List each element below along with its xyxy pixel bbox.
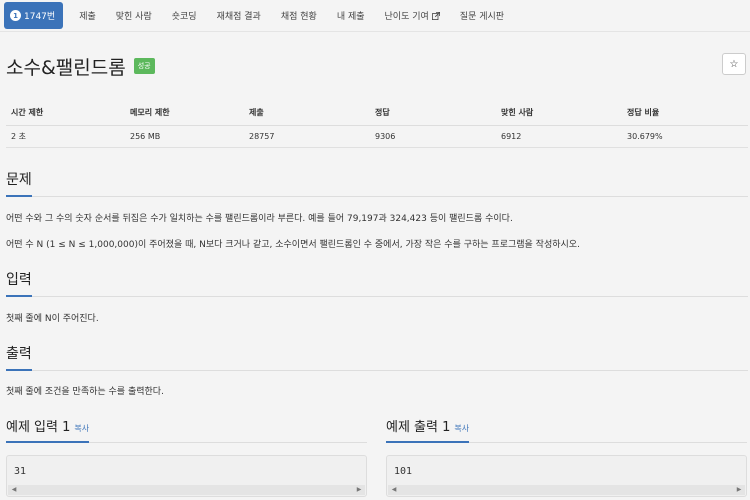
tab-short-coding[interactable]: 숏코딩 (162, 0, 207, 31)
tab-question-board-label: 질문 게시판 (459, 12, 505, 22)
copy-output-link[interactable]: 복사 (454, 424, 469, 433)
tab-problem-label: 1747번 (24, 12, 56, 22)
sample-output-value: 101 (394, 466, 413, 477)
input-description: 첫째 줄에 N이 주어진다. (6, 314, 99, 324)
input-section-header: 입력 (6, 268, 748, 297)
external-link-icon (431, 11, 440, 20)
problem-section-header: 문제 (6, 168, 748, 197)
header-time-limit: 시간 제한 (6, 100, 125, 126)
tab-my-submissions[interactable]: 내 제출 (327, 0, 375, 31)
value-solved-users: 6912 (496, 125, 622, 148)
problem-description-2: 어떤 수 N (1 ≤ N ≤ 1,000,000)이 주어졌을 때, N보다 … (6, 240, 580, 250)
sample-output-title: 예제 출력 1 (386, 420, 451, 435)
value-accept-ratio: 30.679% (622, 125, 748, 148)
problem-description-1: 어떤 수와 그 수의 숫자 순서를 뒤집은 수가 일치하는 수를 팰린드롬이라 … (6, 214, 513, 224)
info-header-row: 시간 제한 메모리 제한 제출 정답 맞힌 사람 정답 비율 (6, 100, 748, 126)
problem-number-icon: 1 (10, 10, 21, 21)
tab-status-label: 채점 현황 (280, 12, 317, 22)
sample-input-scrollbar[interactable]: ◀ ▶ (8, 485, 365, 495)
sample-input-title-wrap: 예제 입력 1 복사 (6, 416, 90, 443)
output-section-title: 출력 (6, 343, 32, 371)
copy-input-link[interactable]: 복사 (74, 424, 89, 433)
sample-output-header: 예제 출력 1 복사 (386, 415, 747, 443)
tab-difficulty[interactable]: 난이도 기여 (375, 0, 450, 31)
tab-my-submissions-label: 내 제출 (336, 12, 365, 22)
scroll-left-icon[interactable]: ◀ (10, 486, 18, 494)
tab-short-coding-label: 숏코딩 (171, 12, 197, 22)
tab-rejudge-label: 재채점 결과 (216, 12, 261, 22)
sample-input-title: 예제 입력 1 (6, 420, 71, 435)
output-description: 첫째 줄에 조건을 만족하는 수를 출력한다. (6, 387, 164, 397)
scroll-left-icon[interactable]: ◀ (390, 486, 398, 494)
sample-input-value: 31 (14, 466, 27, 477)
problem-info-table: 시간 제한 메모리 제한 제출 정답 맞힌 사람 정답 비율 2 초 256 M… (6, 100, 748, 148)
title-row: 소수&팰린드롬 성공 (6, 50, 155, 82)
scroll-right-icon[interactable]: ▶ (735, 486, 743, 494)
header-solved-users: 맞힌 사람 (496, 100, 622, 126)
tab-problem[interactable]: 1 1747번 (4, 2, 64, 29)
star-icon: ☆ (729, 58, 739, 70)
page-title: 소수&팰린드롬 (6, 56, 126, 79)
problem-nav-tabs: 1 1747번 제출 맞힌 사람 숏코딩 재채점 결과 채점 현황 내 제출 난… (0, 0, 750, 32)
sample-output-box: 101 ◀ ▶ (386, 455, 747, 497)
header-submissions: 제출 (244, 100, 370, 126)
tab-difficulty-label: 난이도 기여 (384, 12, 429, 22)
tab-question-board[interactable]: 질문 게시판 (450, 0, 514, 31)
header-accept-ratio: 정답 비율 (622, 100, 748, 126)
value-submissions: 28757 (244, 125, 370, 148)
tab-solved-users-label: 맞힌 사람 (115, 12, 152, 22)
sample-input-box: 31 ◀ ▶ (6, 455, 367, 497)
value-time-limit: 2 초 (6, 125, 125, 148)
problem-section-title: 문제 (6, 169, 32, 197)
input-section-title: 입력 (6, 269, 32, 297)
sample-output-scrollbar[interactable]: ◀ ▶ (388, 485, 745, 495)
value-memory-limit: 256 MB (125, 125, 244, 148)
tab-submit[interactable]: 제출 (69, 0, 106, 31)
value-accepted: 9306 (370, 125, 496, 148)
header-accepted: 정답 (370, 100, 496, 126)
tab-status[interactable]: 채점 현황 (271, 0, 327, 31)
sample-output-title-wrap: 예제 출력 1 복사 (386, 416, 470, 443)
info-value-row: 2 초 256 MB 28757 9306 6912 30.679% (6, 125, 748, 148)
tab-submit-label: 제출 (79, 12, 96, 22)
star-button[interactable]: ☆ (722, 53, 746, 75)
scroll-right-icon[interactable]: ▶ (355, 486, 363, 494)
tab-solved-users[interactable]: 맞힌 사람 (106, 0, 162, 31)
tab-rejudge[interactable]: 재채점 결과 (207, 0, 271, 31)
output-section-header: 출력 (6, 342, 748, 371)
status-badge: 성공 (133, 58, 155, 74)
sample-input-header: 예제 입력 1 복사 (6, 415, 367, 443)
header-memory-limit: 메모리 제한 (125, 100, 244, 126)
